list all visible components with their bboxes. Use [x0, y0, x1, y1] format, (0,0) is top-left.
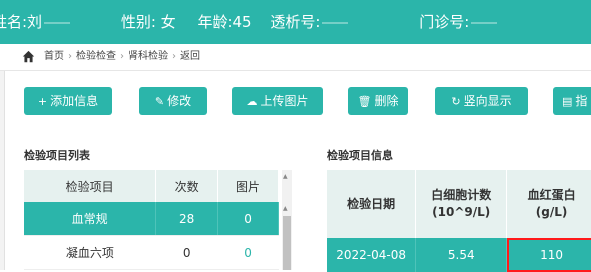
- scrollbar-thumb[interactable]: [283, 216, 291, 270]
- vertical-display-button[interactable]: ↻ 竖向显示: [435, 87, 528, 115]
- delete-label: 删除: [374, 94, 399, 108]
- column-header-item: 检验项目: [24, 170, 157, 202]
- test-date: 2022-04-08: [327, 238, 417, 272]
- table-row[interactable]: 2022-04-08 5.54 110: [327, 238, 591, 272]
- vertical-scrollbar[interactable]: ▲ ▲: [282, 170, 292, 270]
- indicator-label: 指: [575, 94, 588, 108]
- test-item-images[interactable]: 0: [217, 202, 279, 236]
- scroll-up-icon[interactable]: ▲: [283, 174, 288, 180]
- add-info-label: 添加信息: [50, 94, 99, 108]
- upload-image-button[interactable]: ☁ 上传图片: [232, 87, 323, 115]
- add-info-button[interactable]: + 添加信息: [24, 87, 112, 115]
- home-icon[interactable]: [22, 50, 35, 63]
- column-header-wbc: 白细胞计数 (10^9/L): [415, 170, 508, 238]
- vertical-display-label: 竖向显示: [463, 94, 512, 108]
- hgb-value[interactable]: 110: [506, 238, 591, 272]
- column-header-images: 图片: [217, 170, 279, 202]
- edit-button[interactable]: ✎ 修改: [139, 87, 207, 115]
- table-header-row: 检验日期 白细胞计数 (10^9/L) 血红蛋白 (g/L): [327, 170, 591, 238]
- chart-icon: ▤: [562, 95, 573, 108]
- cloud-upload-icon: ☁: [246, 95, 258, 108]
- upload-image-label: 上传图片: [260, 94, 309, 108]
- column-header-hgb: 血红蛋白 (g/L): [506, 170, 591, 238]
- table-header-row: 检验项目 次数 图片: [24, 170, 279, 202]
- scroll-up-icon[interactable]: ▲: [283, 206, 288, 212]
- right-panel-title: 检验项目信息: [327, 149, 393, 162]
- breadcrumb-back[interactable]: 返回: [180, 51, 200, 62]
- patient-name: 姓名:刘: [0, 13, 43, 31]
- breadcrumb-separator: ›: [120, 51, 124, 62]
- column-header-date: 检验日期: [327, 170, 417, 238]
- table-row[interactable]: 凝血六项 0 0: [24, 235, 279, 270]
- redaction-mark: [322, 21, 349, 24]
- wbc-value: 5.54: [415, 238, 508, 272]
- breadcrumb-renal-tests[interactable]: 肾科检验: [128, 51, 168, 62]
- patient-age: 年龄:45: [197, 13, 252, 31]
- breadcrumb-home[interactable]: 首页: [44, 51, 64, 62]
- trash-icon: 🗑: [357, 95, 372, 108]
- breadcrumb-separator: ›: [172, 51, 176, 62]
- patient-clinic-no: 门诊号:: [419, 13, 470, 31]
- left-panel-title: 检验项目列表: [24, 149, 90, 162]
- indicator-button[interactable]: ▤ 指: [553, 87, 591, 115]
- breadcrumb: 首页 › 检验检查 › 肾科检验 › 返回: [0, 44, 591, 71]
- test-item-images[interactable]: 0: [217, 235, 279, 270]
- delete-button[interactable]: 🗑 删除: [348, 87, 408, 115]
- test-results-table: 检验日期 白细胞计数 (10^9/L) 血红蛋白 (g/L) 2022-04-0…: [327, 170, 591, 272]
- patient-dialysis-no: 透析号:: [270, 13, 321, 31]
- breadcrumb-lab-tests[interactable]: 检验检查: [76, 51, 116, 62]
- redaction-mark: [471, 21, 498, 24]
- edit-label: 修改: [167, 94, 192, 108]
- test-item-count: 0: [155, 235, 218, 270]
- test-item-name: 血常规: [24, 202, 157, 236]
- breadcrumb-separator: ›: [68, 51, 72, 62]
- table-row[interactable]: 血常规 28 0: [24, 202, 279, 236]
- test-item-count: 28: [155, 202, 219, 236]
- refresh-icon: ↻: [451, 95, 461, 108]
- toolbar: + 添加信息 ✎ 修改 ☁ 上传图片 🗑 删除 ↻ 竖向显示 ▤ 指: [0, 87, 591, 117]
- plus-icon: +: [37, 95, 48, 108]
- redaction-mark: [44, 21, 71, 24]
- patient-info-bar: 姓名:刘 性别: 女 年龄:45 透析号: 门诊号:: [0, 0, 591, 44]
- patient-gender: 性别: 女: [120, 13, 176, 31]
- column-header-count: 次数: [155, 170, 219, 202]
- test-item-name: 凝血六项: [24, 235, 156, 270]
- test-items-table: 检验项目 次数 图片 血常规 28 0 凝血六项 0 0: [24, 170, 279, 270]
- edit-icon: ✎: [154, 95, 165, 108]
